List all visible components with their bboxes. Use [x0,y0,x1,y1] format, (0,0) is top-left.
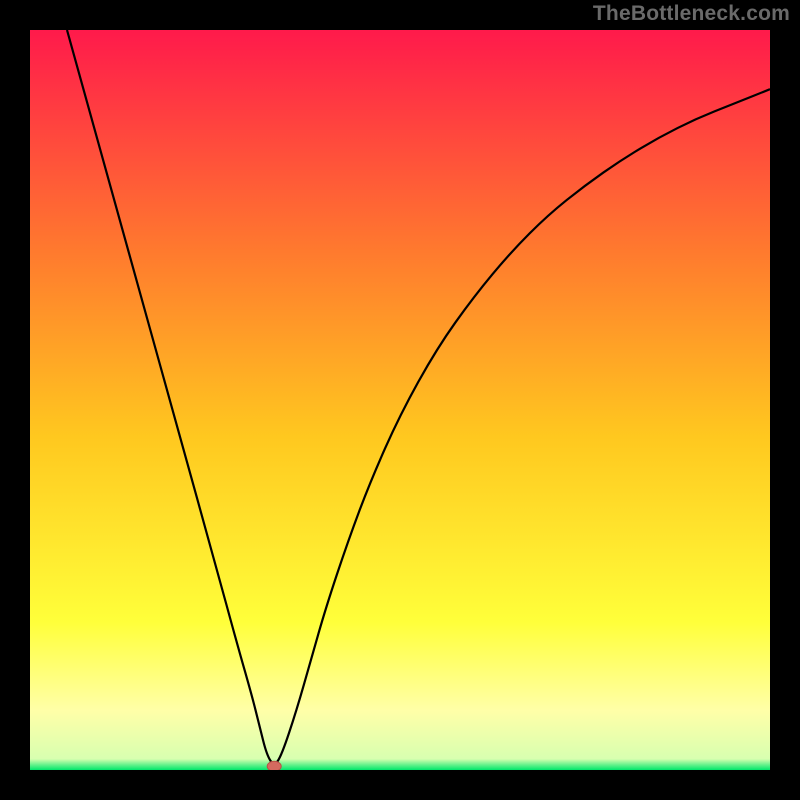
chart-frame: TheBottleneck.com [0,0,800,800]
bottleneck-chart [30,30,770,770]
watermark-text: TheBottleneck.com [593,2,790,26]
plot-background [30,30,770,770]
minimum-marker [267,761,281,770]
